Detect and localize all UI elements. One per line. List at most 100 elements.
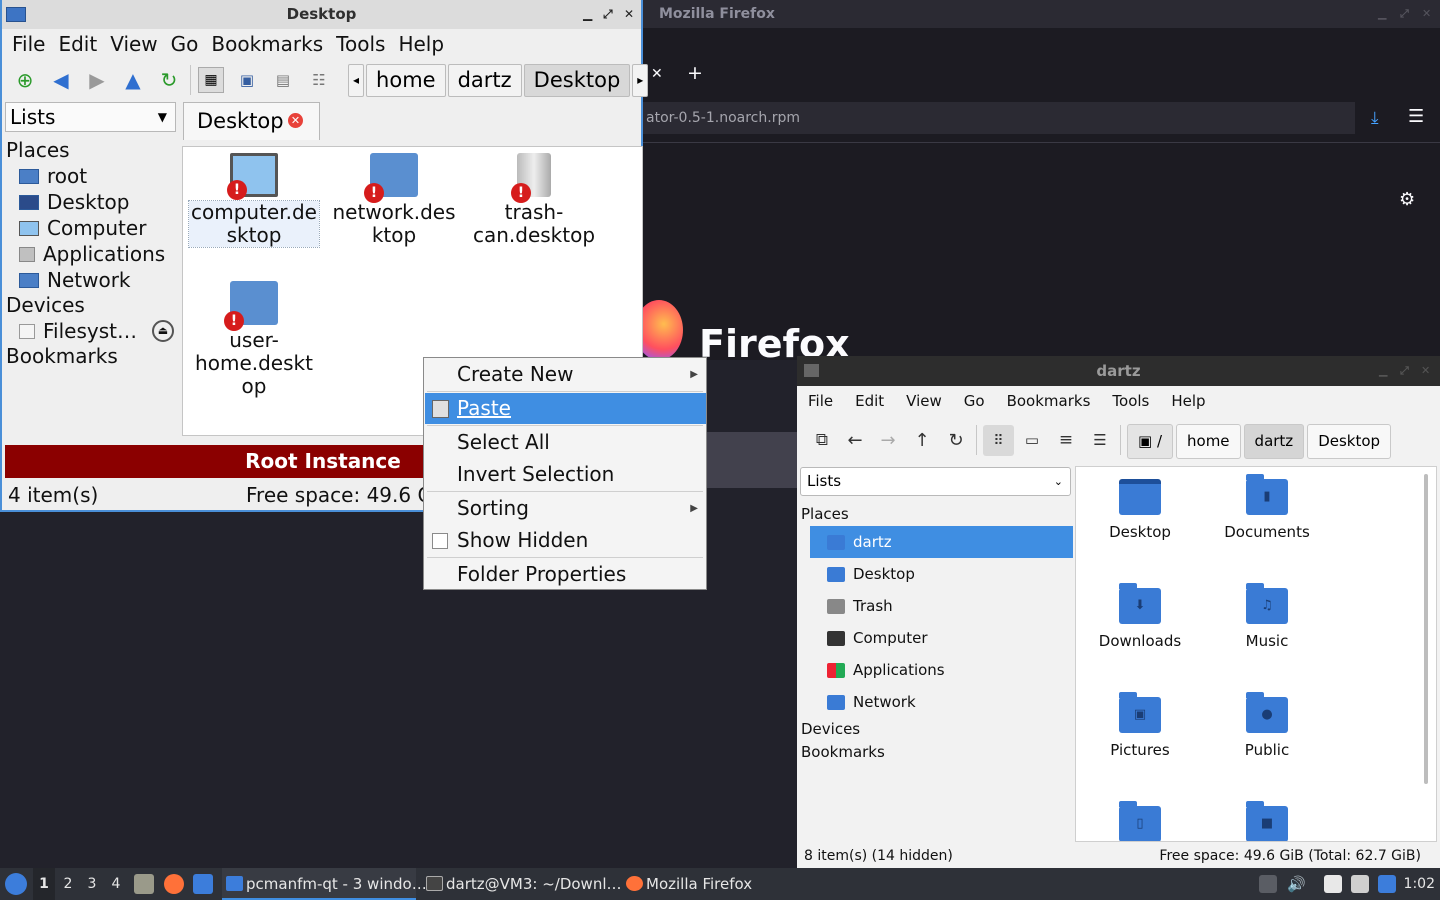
menu-file[interactable]: File	[12, 32, 45, 56]
sidebar-item-dartz[interactable]: dartz	[810, 526, 1073, 558]
close-tab-icon[interactable]: ✕	[288, 113, 303, 128]
back-arrow-icon[interactable]: ←	[842, 427, 868, 453]
folder-item[interactable]: ● Public	[1203, 692, 1331, 759]
menu-help[interactable]: Help	[398, 32, 444, 56]
gear-icon[interactable]: ⚙	[1399, 189, 1415, 210]
minimize-icon[interactable]: ▁	[1379, 356, 1387, 386]
folder-item[interactable]: ■	[1203, 801, 1331, 841]
sidebar-item-trash[interactable]: Trash	[810, 590, 1073, 622]
file-manager-launcher-icon[interactable]	[134, 874, 154, 894]
update-tray-icon[interactable]	[1259, 875, 1277, 893]
menu-file[interactable]: File	[808, 392, 833, 410]
menu-item-show-hidden[interactable]: Show Hidden	[425, 525, 706, 556]
volume-icon[interactable]: 🔊	[1287, 875, 1306, 893]
reload-icon[interactable]: ↻	[943, 427, 969, 453]
new-tab-icon[interactable]: ⊕	[12, 67, 38, 93]
sidebar-item-applications[interactable]: Applications	[6, 241, 182, 267]
clipboard-icon[interactable]	[1324, 875, 1342, 893]
folder-item[interactable]: ♫ Music	[1203, 583, 1331, 650]
menu-tools[interactable]: Tools	[336, 32, 385, 56]
breadcrumb-root[interactable]: ▣ /	[1127, 424, 1174, 459]
sidebar-item-root[interactable]: root	[6, 163, 182, 189]
thumbnail-view-icon[interactable]: ▭	[1019, 427, 1045, 453]
new-tab-icon[interactable]: ⧉	[809, 427, 835, 453]
sidebar-header-places[interactable]: Places	[801, 503, 1073, 526]
maximize-icon[interactable]: ⤢	[1400, 356, 1409, 386]
sidebar-item-filesystem[interactable]: Filesyst… ⏏	[6, 318, 182, 344]
file-item[interactable]: ! user- home.deskt op	[189, 275, 319, 398]
menu-bookmarks[interactable]: Bookmarks	[1007, 392, 1091, 410]
sidebar-item-network[interactable]: Network	[810, 686, 1073, 718]
breadcrumb-dartz[interactable]: dartz	[1243, 424, 1305, 459]
file-view[interactable]: Desktop ▮ Documents ⬇ Downloads ♫ Music …	[1075, 466, 1437, 842]
task-terminal[interactable]: dartz@VM3: ~/Downl…	[422, 868, 622, 900]
menu-bookmarks[interactable]: Bookmarks	[211, 32, 323, 56]
workspace-1[interactable]: 1	[33, 868, 55, 900]
forward-arrow-icon[interactable]: ▶	[84, 67, 110, 93]
task-pcmanfm[interactable]: pcmanfm-qt - 3 windo…	[222, 868, 427, 900]
network-icon[interactable]	[1351, 875, 1369, 893]
close-icon[interactable]: ✕	[624, 0, 634, 29]
sidebar-header-devices[interactable]: Devices	[801, 718, 1073, 741]
folder-item[interactable]: ▣ Pictures	[1076, 692, 1204, 759]
compact-view-icon[interactable]: ≡	[1053, 427, 1079, 453]
detailed-view-icon[interactable]: ☷	[306, 67, 332, 93]
url-bar[interactable]: ator-0.5-1.noarch.rpm	[643, 102, 1355, 134]
workspace-4[interactable]: 4	[105, 868, 127, 900]
menu-item-paste[interactable]: Paste	[425, 393, 706, 424]
clock[interactable]: 1:02	[1404, 868, 1435, 900]
notification-icon[interactable]	[1378, 875, 1396, 893]
file-item[interactable]: ! trash- can.desktop	[469, 147, 599, 247]
side-pane-mode-select[interactable]: Lists ⌄	[800, 467, 1071, 496]
forward-arrow-icon[interactable]: →	[875, 427, 901, 453]
up-arrow-icon[interactable]: ▲	[120, 67, 146, 93]
sidebar-item-desktop[interactable]: Desktop	[810, 558, 1073, 590]
eject-icon[interactable]: ⏏	[152, 320, 174, 342]
scrollbar[interactable]	[1424, 474, 1428, 784]
sidebar-item-network[interactable]: Network	[6, 267, 182, 293]
menu-go[interactable]: Go	[171, 32, 199, 56]
back-arrow-icon[interactable]: ◀	[48, 67, 74, 93]
maximize-icon[interactable]: ⤢	[603, 0, 613, 29]
menu-tools[interactable]: Tools	[1112, 392, 1149, 410]
breadcrumb-desktop[interactable]: Desktop	[523, 64, 631, 97]
menu-edit[interactable]: Edit	[58, 32, 97, 56]
minimize-icon[interactable]: ▁	[1378, 0, 1386, 28]
start-menu-icon[interactable]	[5, 873, 27, 895]
workspace-3[interactable]: 3	[81, 868, 103, 900]
icon-view-icon[interactable]: ▦	[198, 67, 224, 93]
menu-view[interactable]: View	[110, 32, 157, 56]
menu-item-select-all[interactable]: Select All	[425, 427, 706, 458]
side-pane-mode-select[interactable]: Lists ▼	[5, 102, 176, 132]
breadcrumb-dartz[interactable]: dartz	[447, 64, 522, 97]
menu-item-folder-properties[interactable]: Folder Properties	[425, 559, 706, 590]
menu-edit[interactable]: Edit	[855, 392, 884, 410]
up-arrow-icon[interactable]: ↑	[909, 427, 935, 453]
sidebar-header-devices[interactable]: Devices	[6, 293, 182, 318]
sidebar-header-bookmarks[interactable]: Bookmarks	[801, 741, 1073, 764]
breadcrumb-right-icon[interactable]: ▸	[632, 64, 649, 97]
minimize-icon[interactable]: ▁	[583, 0, 592, 29]
sidebar-item-desktop[interactable]: Desktop	[6, 189, 182, 215]
task-firefox[interactable]: Mozilla Firefox	[622, 868, 762, 900]
hamburger-menu-icon[interactable]: ☰	[1408, 106, 1424, 127]
sidebar-header-bookmarks[interactable]: Bookmarks	[6, 344, 182, 369]
sidebar-item-applications[interactable]: Applications	[810, 654, 1073, 686]
folder-item[interactable]: ▯	[1076, 801, 1204, 841]
menu-item-invert-selection[interactable]: Invert Selection	[425, 459, 706, 490]
breadcrumb-home[interactable]: home	[1176, 424, 1241, 459]
workspace-2[interactable]: 2	[57, 868, 79, 900]
close-icon[interactable]: ✕	[1421, 356, 1430, 386]
thumbnail-view-icon[interactable]: ▣	[234, 67, 260, 93]
firefox-launcher-icon[interactable]	[164, 874, 184, 894]
breadcrumb-left-icon[interactable]: ◂	[348, 64, 365, 97]
menu-item-sorting[interactable]: Sorting ▶	[425, 493, 706, 524]
menu-item-create-new[interactable]: Create New ▶	[425, 359, 706, 390]
folder-item[interactable]: ⬇ Downloads	[1076, 583, 1204, 650]
menu-go[interactable]: Go	[964, 392, 985, 410]
checkbox[interactable]	[432, 533, 448, 549]
folder-item[interactable]: Desktop	[1076, 479, 1204, 541]
file-item[interactable]: ! computer.de sktop	[188, 147, 320, 248]
file-item[interactable]: ! network.des ktop	[329, 147, 459, 247]
menu-help[interactable]: Help	[1171, 392, 1205, 410]
